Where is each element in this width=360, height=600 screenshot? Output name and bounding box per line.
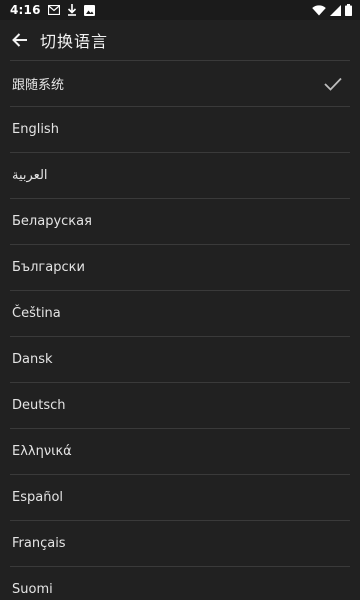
language-label: Čeština [12,306,61,321]
language-item-czech[interactable]: Čeština [10,290,350,336]
language-item-belarusian[interactable]: Беларуская [10,198,350,244]
language-label: Français [12,536,66,551]
check-icon [324,77,342,91]
language-item-greek[interactable]: Ελληνικά [10,428,350,474]
language-item-system[interactable]: 跟随系统 [10,60,350,106]
language-item-french[interactable]: Français [10,520,350,566]
language-item-finnish[interactable]: Suomi [10,566,350,600]
download-icon [67,4,77,16]
language-item-german[interactable]: Deutsch [10,382,350,428]
image-icon [83,4,95,16]
arrow-back-icon [12,33,27,47]
language-label: Български [12,260,85,275]
status-bar: 4:16 [0,0,360,20]
language-item-bulgarian[interactable]: Български [10,244,350,290]
gmail-icon [47,5,60,15]
language-item-english[interactable]: English [10,106,350,152]
language-item-spanish[interactable]: Español [10,474,350,520]
language-label: Deutsch [12,398,66,413]
language-label: English [12,122,59,137]
language-label: Español [12,490,64,505]
language-label: Беларуская [12,214,92,229]
wifi-icon [312,4,326,16]
language-item-danish[interactable]: Dansk [10,336,350,382]
back-button[interactable] [10,30,30,50]
language-screen: 4:16 切换语言 跟随系统 English العربية Беларуска… [0,0,360,600]
toolbar: 切换语言 [0,20,360,60]
language-label: العربية [12,168,48,183]
page-title: 切换语言 [40,32,109,51]
language-label: Suomi [12,582,53,597]
language-item-arabic[interactable]: العربية [10,152,350,198]
language-label: Ελληνικά [12,444,72,459]
status-time: 4:16 [10,3,41,17]
signal-icon [330,4,341,16]
battery-icon [345,4,352,16]
language-label: 跟随系统 [12,78,65,93]
language-list: 跟随系统 English العربية Беларуская Българск… [0,60,360,600]
language-label: Dansk [12,352,53,367]
